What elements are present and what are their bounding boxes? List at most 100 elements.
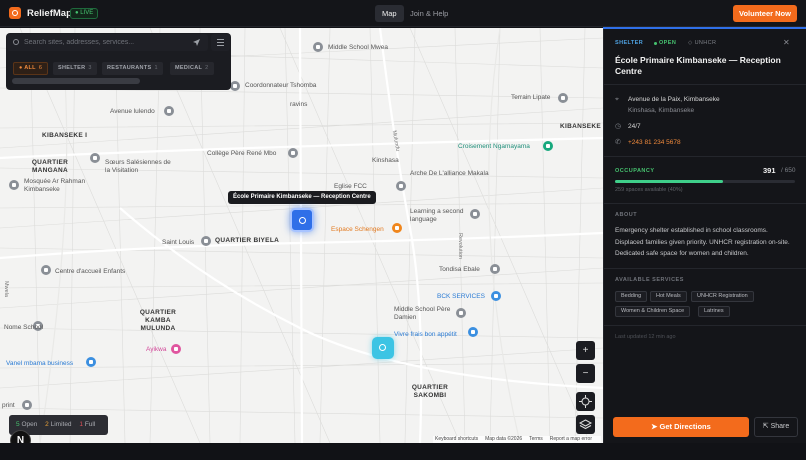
panel-accent-bar bbox=[603, 27, 806, 29]
divider bbox=[603, 156, 806, 157]
church-pin-icon[interactable] bbox=[396, 181, 406, 191]
recenter-button[interactable] bbox=[576, 392, 595, 411]
relief-logo-icon bbox=[9, 7, 21, 19]
divider bbox=[603, 268, 806, 269]
divider bbox=[603, 84, 806, 85]
layers-icon bbox=[578, 419, 593, 430]
map-label: Centre d'accueil Enfants bbox=[55, 268, 126, 275]
about-text: Emergency shelter established in school … bbox=[615, 227, 790, 257]
filter-chip-restaurants[interactable]: RESTAURANTS 1 bbox=[102, 62, 163, 75]
service-tag: Women & Children Space bbox=[615, 306, 691, 317]
phone-link[interactable]: +243 81 234 5678 bbox=[628, 139, 681, 146]
legend-open-label: Open bbox=[21, 421, 38, 428]
occupancy-bar bbox=[615, 180, 795, 183]
map-label: Arche De L'alliance Makala bbox=[410, 170, 489, 177]
street-label: Mwela bbox=[2, 281, 9, 297]
map-label: Ayikwa bbox=[146, 346, 167, 353]
district-label: QUARTIER MANGANA bbox=[31, 159, 69, 174]
list-view-button[interactable] bbox=[211, 34, 230, 51]
filter-chip-shelter[interactable]: SHELTER 3 bbox=[53, 62, 97, 75]
navigate-icon: ➤ bbox=[651, 422, 660, 431]
poi-pin-icon[interactable] bbox=[230, 81, 240, 91]
occupancy-bar-fill bbox=[615, 180, 723, 183]
share-label: Share bbox=[770, 423, 790, 430]
directions-label: Get Directions bbox=[659, 422, 711, 431]
selected-shelter-marker[interactable] bbox=[290, 208, 314, 232]
search-input[interactable] bbox=[24, 36, 184, 49]
poi-pin-icon[interactable] bbox=[558, 93, 568, 103]
opening-hours: 24/7 bbox=[628, 123, 641, 130]
map-label: Coordonnateur Tshomba bbox=[245, 82, 317, 89]
status-dot-icon bbox=[654, 42, 657, 45]
school-pin-icon[interactable] bbox=[456, 308, 466, 318]
map-label: Terrain Lipate bbox=[511, 94, 551, 101]
get-directions-button[interactable]: ➤ Get Directions bbox=[613, 417, 749, 437]
nav-tab-map[interactable]: Map bbox=[375, 5, 404, 22]
volunteer-button[interactable]: Volunteer Now bbox=[733, 5, 797, 22]
site-marker[interactable] bbox=[372, 337, 394, 359]
school-pin-icon[interactable] bbox=[313, 42, 323, 52]
pink-pin-icon[interactable] bbox=[171, 344, 181, 354]
layers-button[interactable] bbox=[576, 415, 595, 434]
map-attribution: Keyboard shortcuts Map data ©2026 Terms Rep… bbox=[433, 436, 602, 443]
mosque-pin-icon[interactable] bbox=[9, 180, 19, 190]
poi-pin-icon[interactable] bbox=[490, 264, 500, 274]
occupancy-capacity: / 650 bbox=[781, 167, 796, 174]
map-label: Nome School bbox=[4, 324, 44, 331]
poi-pin-icon[interactable] bbox=[164, 106, 174, 116]
live-badge: ● LIVE bbox=[70, 8, 99, 19]
blue-pin-icon[interactable] bbox=[86, 357, 96, 367]
share-button[interactable]: ⇱ Share bbox=[754, 417, 798, 437]
attribution-data: Map data ©2026 bbox=[485, 436, 523, 442]
about-label: ABOUT bbox=[615, 212, 638, 218]
locate-icon[interactable] bbox=[192, 38, 201, 47]
green-pin-icon[interactable] bbox=[543, 141, 553, 151]
map-roads bbox=[0, 28, 603, 443]
service-tag: UNHCR Registration bbox=[691, 291, 754, 302]
poi-pin-icon[interactable] bbox=[41, 265, 51, 275]
legend-open-count: 5 bbox=[16, 421, 20, 428]
address-line-1: Avenue de la Paix, Kimbanseke bbox=[628, 96, 720, 103]
map-canvas[interactable]: Middle School Mwea Coordonnateur Tshomba… bbox=[0, 28, 603, 443]
filter-chip-all[interactable]: ● ALL 6 bbox=[13, 62, 49, 75]
school-pin-icon[interactable] bbox=[288, 148, 298, 158]
district-label: QUARTIER SAKOMBI bbox=[411, 384, 449, 399]
attribution-report[interactable]: Report a map error bbox=[550, 436, 592, 442]
map-label: Espace Schengen bbox=[331, 226, 384, 233]
legend-limited-count: 2 bbox=[45, 421, 49, 428]
search-icon bbox=[13, 39, 19, 45]
church-pin-icon[interactable] bbox=[201, 236, 211, 246]
attribution-terms[interactable]: Terms bbox=[529, 436, 543, 442]
map-label: Kinshasa bbox=[372, 157, 399, 164]
poi-pin-icon[interactable] bbox=[22, 400, 32, 410]
map-label: BCK SERVICES bbox=[437, 293, 485, 300]
map-label: Vanel mbama business bbox=[6, 360, 74, 367]
map-label: Learning a second language bbox=[410, 208, 464, 223]
brand-name: ReliefMap bbox=[27, 8, 72, 19]
service-tag: Bedding bbox=[615, 291, 648, 302]
blue-pin-icon[interactable] bbox=[491, 291, 501, 301]
zoom-out-button[interactable]: − bbox=[576, 364, 595, 383]
attribution-keyboard[interactable]: Keyboard shortcuts bbox=[435, 436, 478, 442]
share-icon: ⇱ bbox=[762, 423, 771, 430]
map-label: Mosquée Ar Rahman Kimbanseke bbox=[24, 178, 86, 193]
zoom-in-button[interactable]: + bbox=[576, 341, 595, 360]
map-label: Eglise FCC bbox=[334, 183, 367, 190]
legend-full-count: 1 bbox=[79, 421, 83, 428]
map-label: Croisement Ngamayama bbox=[458, 143, 530, 150]
district-label: QUARTIER KAMBA MULUNDA bbox=[139, 309, 177, 332]
marker-tooltip: École Primaire Kimbanseke — Reception Ce… bbox=[228, 191, 376, 204]
orange-pin-icon[interactable] bbox=[392, 223, 402, 233]
blue-pin-icon[interactable] bbox=[468, 327, 478, 337]
service-tag: Latrines bbox=[698, 306, 730, 317]
church-pin-icon[interactable] bbox=[90, 153, 100, 163]
last-updated: Last updated 12 min ago bbox=[615, 334, 676, 340]
filter-scrollbar[interactable] bbox=[12, 78, 140, 84]
clock-icon: ◷ bbox=[615, 123, 622, 130]
filter-chip-medical[interactable]: MEDICAL 2 bbox=[170, 62, 214, 75]
occupancy-available: 259 spaces available (40%) bbox=[615, 187, 683, 193]
nav-tab-join-help[interactable]: Join & Help bbox=[410, 5, 448, 22]
divider bbox=[603, 203, 806, 204]
bottom-strip bbox=[0, 443, 806, 460]
close-icon[interactable]: ✕ bbox=[783, 38, 790, 47]
